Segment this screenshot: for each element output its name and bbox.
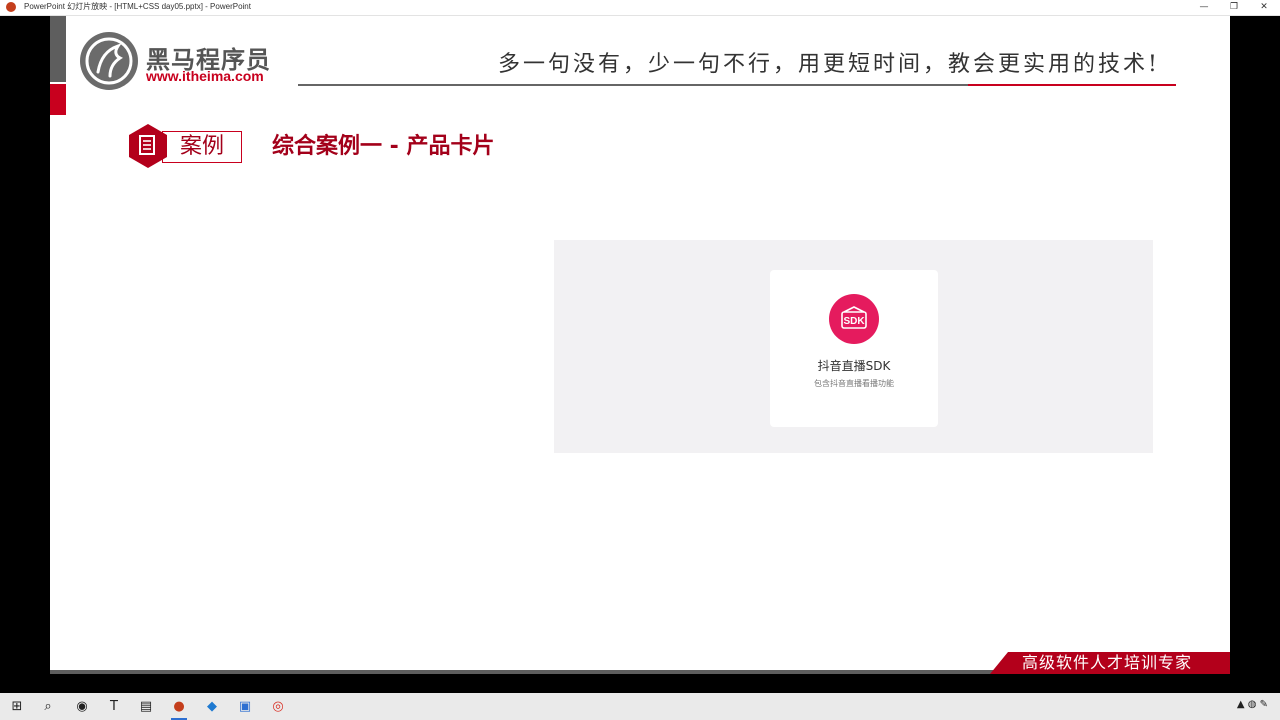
minimize-button[interactable]: — (1188, 0, 1220, 15)
case-badge-label: 案例 (180, 134, 225, 159)
left-accent-gray (50, 16, 66, 82)
left-accent-red (50, 84, 66, 115)
footer-banner-text: 高级软件人才培训专家 (1022, 653, 1193, 672)
demo-preview-area: SDK 抖音直播SDK 包含抖音直播看播功能 (554, 240, 1153, 453)
logo-url: www.itheima.com (146, 68, 264, 84)
typora-icon[interactable]: T (103, 696, 125, 718)
header-divider-accent (968, 84, 1176, 86)
maximize-button[interactable]: ❐ (1218, 0, 1250, 15)
slide[interactable]: 黑马程序员 www.itheima.com 多一句没有，少一句不行，用更短时间，… (50, 16, 1230, 674)
card-description: 包含抖音直播看播功能 (814, 379, 894, 388)
powerpoint-icon[interactable]: ● (168, 696, 190, 720)
chrome-icon[interactable]: ◎ (267, 696, 289, 718)
card-title: 抖音直播SDK (817, 359, 891, 373)
header-divider (298, 84, 968, 86)
slogan: 多一句没有，少一句不行，用更短时间，教会更实用的技术! (498, 52, 1160, 77)
app-icon[interactable]: ▣ (234, 696, 256, 718)
powerpoint-icon (6, 2, 16, 12)
vscode-icon[interactable]: ◆ (201, 696, 223, 718)
close-button[interactable]: ✕ (1248, 0, 1280, 15)
taskbar: ⊞ ⌕ ◉ T ▤ ● ◆ ▣ ◎ ▲ ◍ ✎ (0, 693, 1280, 720)
obs-icon[interactable]: ◉ (71, 696, 93, 718)
sdk-icon: SDK (829, 294, 879, 344)
document-icon (129, 124, 167, 168)
file-explorer-icon[interactable]: ▤ (135, 696, 157, 718)
sdk-icon-text: SDK (843, 316, 865, 327)
search-icon[interactable]: ⌕ (37, 696, 59, 718)
product-card[interactable]: SDK 抖音直播SDK 包含抖音直播看播功能 (770, 270, 938, 427)
window-title-bar: PowerPoint 幻灯片放映 - [HTML+CSS day05.pptx]… (0, 0, 1280, 16)
system-tray[interactable]: ▲ ◍ ✎ (1237, 699, 1268, 710)
section-title: 综合案例一 - 产品卡片 (272, 134, 495, 159)
start-icon[interactable]: ⊞ (6, 696, 28, 718)
horse-logo-icon (80, 32, 138, 90)
window-title: PowerPoint 幻灯片放映 - [HTML+CSS day05.pptx]… (24, 2, 251, 11)
